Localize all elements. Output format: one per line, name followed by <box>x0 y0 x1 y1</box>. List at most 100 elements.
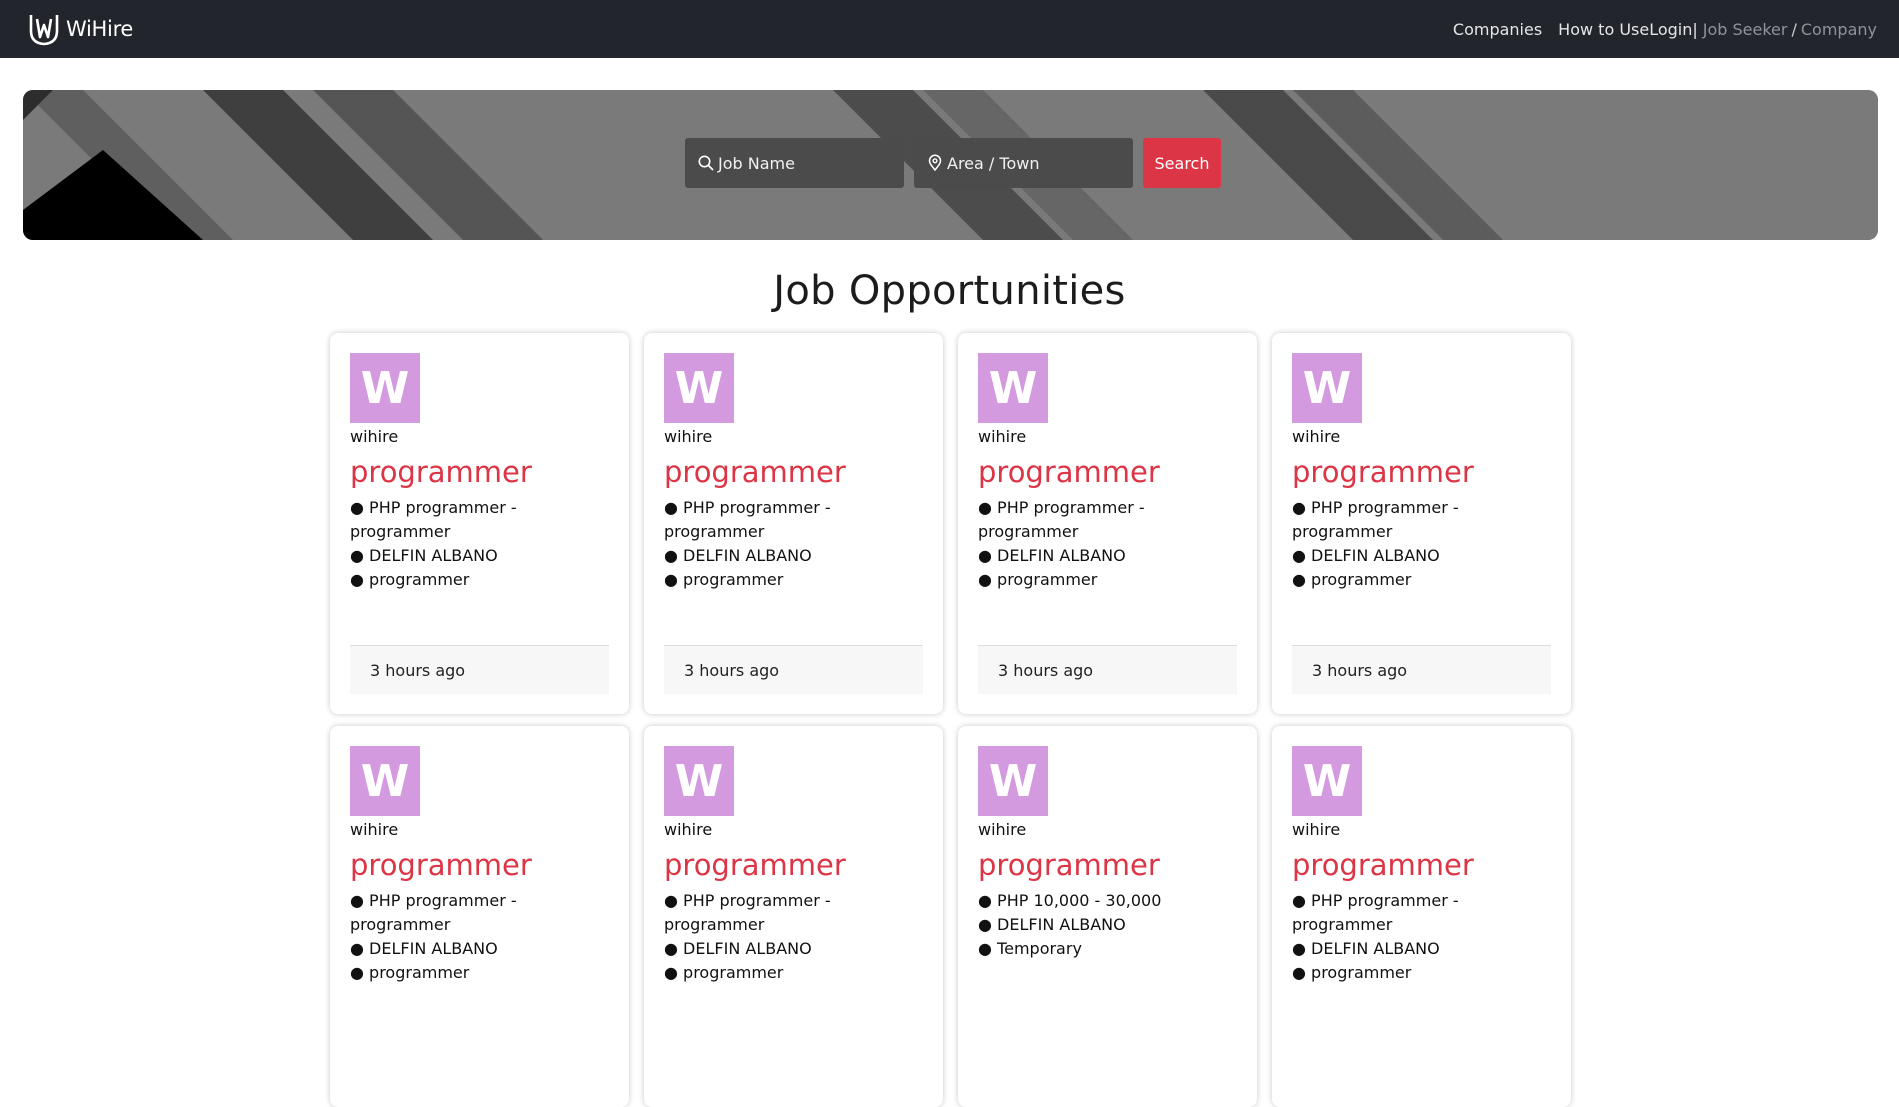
job-details: ● PHP programmer - programmer ● DELFIN AL… <box>1292 889 1551 985</box>
search-icon <box>698 155 714 171</box>
brand-link[interactable]: WiHire <box>26 11 133 47</box>
job-detail-item: ● DELFIN ALBANO <box>664 546 812 565</box>
company-logo-letter: W <box>988 755 1038 807</box>
brand-name: WiHire <box>66 17 134 41</box>
job-details: ● PHP programmer - programmer ● DELFIN AL… <box>978 496 1237 592</box>
job-detail-item: ● programmer <box>1292 963 1412 982</box>
company-logo: W <box>350 746 420 816</box>
job-detail-item: ● DELFIN ALBANO <box>978 546 1126 565</box>
job-title[interactable]: programmer <box>978 847 1237 883</box>
posted-time: 3 hours ago <box>370 660 466 680</box>
job-details: ● PHP programmer - programmer ● DELFIN AL… <box>664 496 923 592</box>
posted-time: 3 hours ago <box>998 660 1094 680</box>
nav-links: Companies How to Use Login| Job Seeker /… <box>1453 20 1877 39</box>
nav-login-company[interactable]: Company <box>1801 20 1877 39</box>
job-detail-item: ● PHP programmer - programmer <box>664 498 831 541</box>
job-detail-item: ● PHP programmer - programmer <box>1292 498 1459 541</box>
job-detail-item: ● Temporary <box>978 939 1082 958</box>
nav-login-label: Login| <box>1649 19 1698 39</box>
job-detail-item: ● programmer <box>664 570 784 589</box>
company-logo-letter: W <box>1302 362 1352 414</box>
company-logo-letter: W <box>988 362 1038 414</box>
job-details: ● PHP programmer - programmer ● DELFIN AL… <box>350 496 609 592</box>
job-detail-item: ● PHP programmer - programmer <box>350 498 517 541</box>
job-detail-item: ● DELFIN ALBANO <box>350 939 498 958</box>
job-title[interactable]: programmer <box>350 847 609 883</box>
job-detail-item: ● PHP programmer - programmer <box>664 891 831 934</box>
job-title[interactable]: programmer <box>664 847 923 883</box>
job-detail-item: ● DELFIN ALBANO <box>350 546 498 565</box>
card-footer: 3 hours ago <box>664 645 923 694</box>
nav-companies[interactable]: Companies <box>1453 20 1542 39</box>
job-detail-item: ● DELFIN ALBANO <box>664 939 812 958</box>
job-name-input[interactable]: Job Name <box>685 138 904 188</box>
company-name: wihire <box>350 820 399 839</box>
navbar: WiHire Companies How to Use Login| Job S… <box>0 0 1899 58</box>
job-title[interactable]: programmer <box>350 454 609 490</box>
company-name: wihire <box>1292 820 1341 839</box>
company-logo: W <box>1292 353 1362 423</box>
nav-login-job-seeker[interactable]: Job Seeker <box>1703 20 1788 39</box>
company-logo-letter: W <box>674 362 724 414</box>
nav-separator: / <box>1791 19 1797 39</box>
job-card[interactable]: Wwihire programmer ● PHP programmer - prog… <box>644 726 943 1107</box>
company-name: wihire <box>978 820 1027 839</box>
company-name: wihire <box>664 427 713 446</box>
company-logo: W <box>664 746 734 816</box>
company-logo-letter: W <box>674 755 724 807</box>
job-name-placeholder: Job Name <box>718 153 795 173</box>
card-footer: 3 hours ago <box>350 645 609 694</box>
job-detail-item: ● programmer <box>350 570 470 589</box>
job-detail-item: ● programmer <box>1292 570 1412 589</box>
job-title[interactable]: programmer <box>1292 454 1551 490</box>
nav-how-to-use[interactable]: How to Use <box>1558 20 1649 39</box>
search-button[interactable]: Search <box>1143 138 1221 188</box>
company-logo: W <box>350 353 420 423</box>
company-name: wihire <box>1292 427 1341 446</box>
job-detail-item: ● programmer <box>350 963 470 982</box>
page-title: Job Opportunities <box>773 268 1126 314</box>
posted-time: 3 hours ago <box>1312 660 1408 680</box>
job-card[interactable]: Wwihire programmer ● PHP programmer - prog… <box>644 333 943 714</box>
job-detail-item: ● PHP programmer - programmer <box>1292 891 1459 934</box>
company-logo: W <box>1292 746 1362 816</box>
card-footer: 3 hours ago <box>978 645 1237 694</box>
job-grid: Wwihire programmer ● PHP programmer - prog… <box>330 333 1571 1107</box>
job-card[interactable]: Wwihire programmer ● PHP programmer - prog… <box>958 333 1257 714</box>
company-logo: W <box>664 353 734 423</box>
posted-time: 3 hours ago <box>684 660 780 680</box>
job-details: ● PHP programmer - programmer ● DELFIN AL… <box>350 889 609 985</box>
job-card[interactable]: Wwihire programmer ● PHP programmer - prog… <box>1272 333 1571 714</box>
company-name: wihire <box>978 427 1027 446</box>
job-detail-item: ● PHP programmer - programmer <box>350 891 517 934</box>
area-town-placeholder: Area / Town <box>947 153 1040 173</box>
job-detail-item: ● PHP programmer - programmer <box>978 498 1145 541</box>
job-detail-item: ● PHP 10,000 - 30,000 <box>978 891 1162 910</box>
job-detail-item: ● programmer <box>664 963 784 982</box>
wihire-logo-icon <box>29 15 59 46</box>
job-detail-item: ● DELFIN ALBANO <box>1292 546 1440 565</box>
company-logo: W <box>978 353 1048 423</box>
company-logo: W <box>978 746 1048 816</box>
job-detail-item: ● DELFIN ALBANO <box>978 915 1126 934</box>
company-logo-letter: W <box>360 362 410 414</box>
job-title[interactable]: programmer <box>664 454 923 490</box>
area-town-input[interactable]: Area / Town <box>914 138 1133 188</box>
company-name: wihire <box>664 820 713 839</box>
job-details: ● PHP programmer - programmer ● DELFIN AL… <box>664 889 923 985</box>
hero-banner: Job Name Area / Town Search <box>23 90 1878 240</box>
job-card[interactable]: Wwihire programmer ● PHP programmer - prog… <box>1272 726 1571 1107</box>
card-footer: 3 hours ago <box>1292 645 1551 694</box>
job-details: ● PHP 10,000 - 30,000 ● DELFIN ALBANO ● Te… <box>978 889 1237 961</box>
company-name: wihire <box>350 427 399 446</box>
job-card[interactable]: Wwihire programmer ● PHP 10,000 - 30,000 ● … <box>958 726 1257 1107</box>
job-title[interactable]: programmer <box>978 454 1237 490</box>
company-logo-letter: W <box>360 755 410 807</box>
location-pin-icon <box>928 154 942 172</box>
job-title[interactable]: programmer <box>1292 847 1551 883</box>
job-card[interactable]: Wwihire programmer ● PHP programmer - prog… <box>330 333 629 714</box>
job-card[interactable]: Wwihire programmer ● PHP programmer - prog… <box>330 726 629 1107</box>
company-logo-letter: W <box>1302 755 1352 807</box>
job-details: ● PHP programmer - programmer ● DELFIN AL… <box>1292 496 1551 592</box>
search-bar: Job Name Area / Town Search <box>685 138 1221 188</box>
